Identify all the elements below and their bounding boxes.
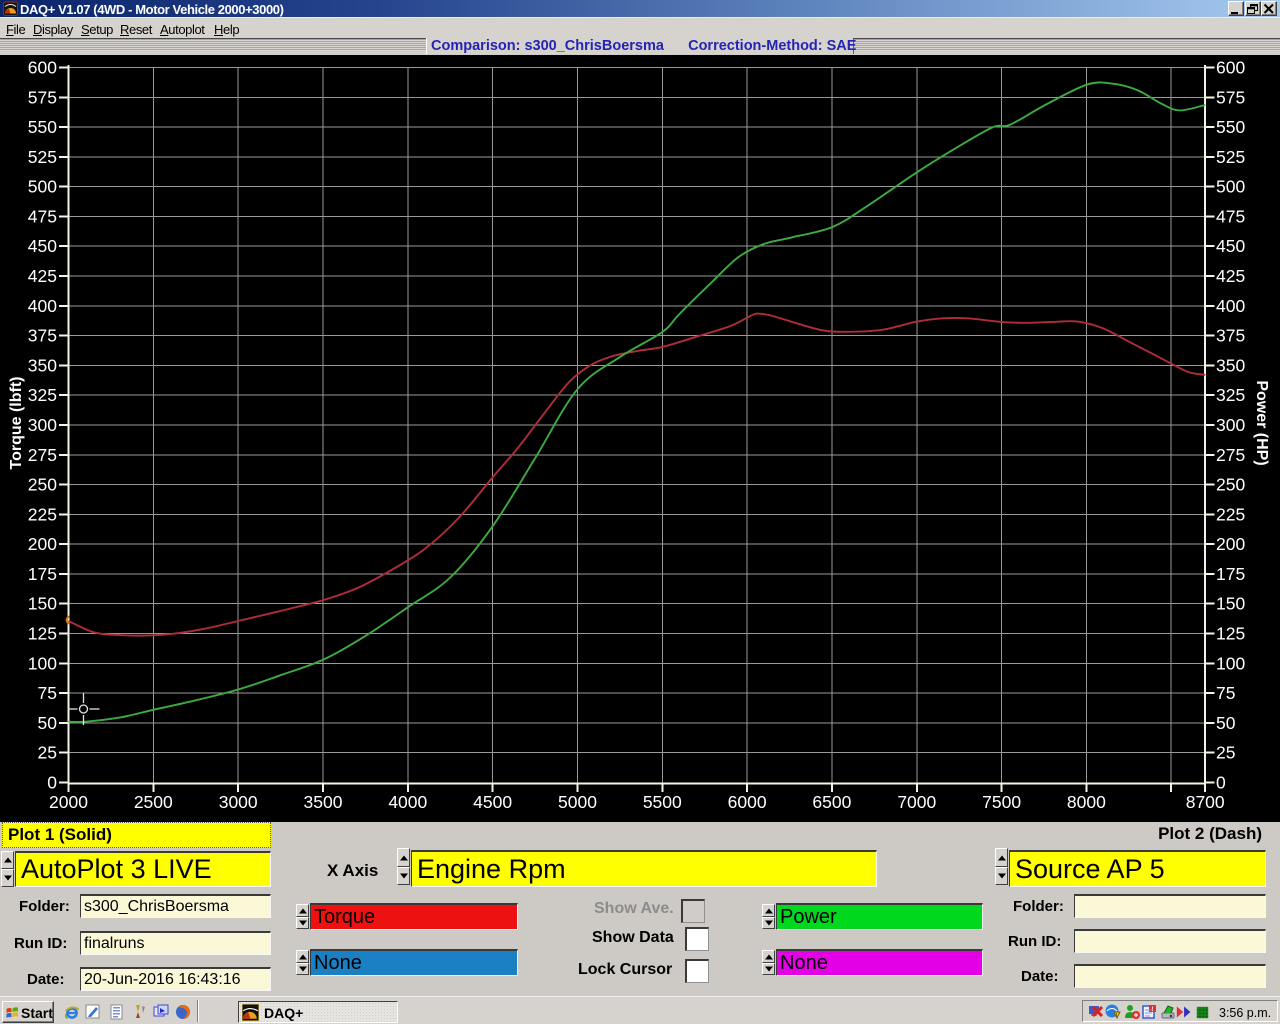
- svg-text:0: 0: [47, 773, 57, 793]
- svg-text:275: 275: [28, 445, 57, 465]
- svg-text:500: 500: [1216, 177, 1245, 197]
- svg-text:75: 75: [1216, 683, 1235, 703]
- svg-text:0: 0: [1216, 773, 1226, 793]
- svg-text:3500: 3500: [304, 792, 343, 812]
- svg-text:400: 400: [1216, 296, 1245, 316]
- svg-text:Power (HP): Power (HP): [1253, 380, 1270, 465]
- svg-text:5500: 5500: [643, 792, 682, 812]
- svg-text:275: 275: [1216, 445, 1245, 465]
- svg-text:350: 350: [1216, 355, 1245, 375]
- svg-text:2500: 2500: [134, 792, 173, 812]
- svg-text:175: 175: [1216, 564, 1245, 584]
- svg-text:575: 575: [1216, 87, 1245, 107]
- svg-text:200: 200: [28, 534, 57, 554]
- svg-text:50: 50: [38, 713, 58, 733]
- svg-text:6000: 6000: [728, 792, 767, 812]
- svg-text:550: 550: [28, 117, 57, 137]
- svg-text:300: 300: [1216, 415, 1245, 435]
- svg-text:200: 200: [1216, 534, 1245, 554]
- svg-text:550: 550: [1216, 117, 1245, 137]
- svg-text:225: 225: [28, 504, 57, 524]
- svg-text:400: 400: [28, 296, 57, 316]
- svg-text:175: 175: [28, 564, 57, 584]
- svg-text:475: 475: [1216, 207, 1245, 227]
- svg-text:100: 100: [28, 653, 57, 673]
- svg-text:475: 475: [28, 207, 57, 227]
- svg-text:125: 125: [1216, 624, 1245, 644]
- svg-text:150: 150: [1216, 594, 1245, 614]
- svg-text:75: 75: [38, 683, 57, 703]
- svg-text:6500: 6500: [812, 792, 851, 812]
- svg-text:425: 425: [1216, 266, 1245, 286]
- svg-text:250: 250: [1216, 475, 1245, 495]
- svg-text:150: 150: [28, 594, 57, 614]
- svg-text:7500: 7500: [982, 792, 1021, 812]
- svg-text:7000: 7000: [897, 792, 936, 812]
- svg-text:250: 250: [28, 475, 57, 495]
- svg-text:300: 300: [28, 415, 57, 435]
- svg-text:25: 25: [1216, 743, 1235, 763]
- svg-text:350: 350: [28, 355, 57, 375]
- svg-text:8700: 8700: [1186, 792, 1225, 812]
- svg-text:25: 25: [38, 743, 57, 763]
- svg-text:575: 575: [28, 87, 57, 107]
- svg-text:100: 100: [1216, 653, 1245, 673]
- svg-text:325: 325: [1216, 385, 1245, 405]
- svg-text:225: 225: [1216, 504, 1245, 524]
- svg-text:375: 375: [28, 326, 57, 346]
- svg-text:500: 500: [28, 177, 57, 197]
- svg-text:125: 125: [28, 624, 57, 644]
- svg-text:425: 425: [28, 266, 57, 286]
- svg-text:600: 600: [28, 58, 57, 78]
- svg-text:450: 450: [28, 236, 57, 256]
- svg-text:525: 525: [1216, 147, 1245, 167]
- svg-text:325: 325: [28, 385, 57, 405]
- svg-text:!: !: [1116, 1013, 1117, 1019]
- svg-text:375: 375: [1216, 326, 1245, 346]
- svg-text:3000: 3000: [219, 792, 258, 812]
- svg-text:2000: 2000: [49, 792, 88, 812]
- svg-text:600: 600: [1216, 58, 1245, 78]
- svg-text:525: 525: [28, 147, 57, 167]
- svg-text:Torque (lbft): Torque (lbft): [8, 376, 25, 469]
- svg-text:50: 50: [1216, 713, 1236, 733]
- svg-text:4000: 4000: [388, 792, 427, 812]
- svg-text:5000: 5000: [558, 792, 597, 812]
- svg-text:450: 450: [1216, 236, 1245, 256]
- svg-text:4500: 4500: [473, 792, 512, 812]
- svg-text:8000: 8000: [1067, 792, 1106, 812]
